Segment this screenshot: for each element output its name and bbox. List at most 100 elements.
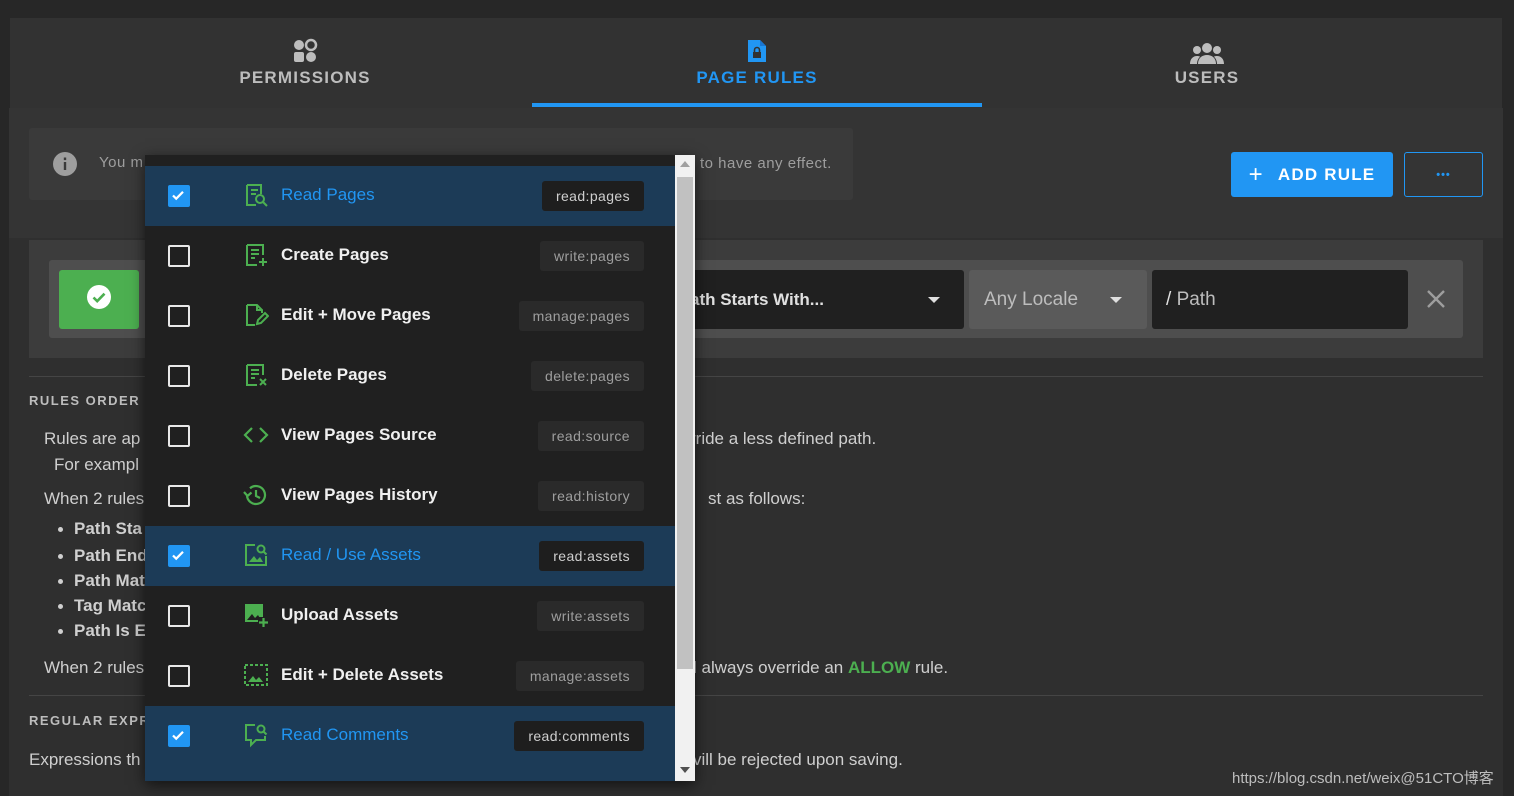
locale-value: Any Locale [984,289,1079,310]
alert-text-end: to have any effect. [700,155,832,172]
file-plus-icon [243,242,269,268]
menu-item-view-pages-history[interactable]: View Pages History read:history [145,466,675,526]
close-icon [1422,290,1450,317]
image-search-icon [243,542,269,568]
menu-item-label: Create Pages [281,245,389,264]
scope-chip: read:pages [541,181,644,211]
page-lock-icon [746,38,768,64]
regex-heading: REGULAR EXPRE [29,713,161,728]
checkbox[interactable] [168,725,190,747]
scope-chip: read:source [537,421,644,451]
checkbox[interactable] [168,425,190,447]
tab-permissions[interactable]: PERMISSIONS [80,18,530,108]
regex-text: Expressions th [29,750,141,769]
checkbox[interactable] [168,305,190,327]
permissions-dropdown-menu[interactable]: Read Pages read:pages Create Pages write… [145,155,695,781]
path-value: / Path [1166,289,1216,311]
checkbox[interactable] [168,365,190,387]
menu-scrollbar[interactable] [675,155,695,781]
scope-chip: read:comments [514,721,644,751]
checkbox[interactable] [168,605,190,627]
rules-order-text-3-end: st as follows: [708,489,806,508]
match-type-select[interactable]: ath Starts With... [690,270,964,329]
menu-item-label: Upload Assets [281,605,399,624]
add-rule-label: ADD RULE [1277,164,1376,184]
menu-item-delete-pages[interactable]: Delete Pages delete:pages [145,346,675,406]
history-icon [243,482,269,508]
file-search-icon [243,182,269,208]
tab-label: PERMISSIONS [239,68,371,87]
add-rule-button[interactable]: + ADD RULE [1231,152,1393,197]
checkbox[interactable] [168,245,190,267]
chevron-down-icon [928,297,940,303]
menu-item-edit-delete-assets[interactable]: Edit + Delete Assets manage:assets [145,646,675,706]
menu-padding [145,155,675,166]
comment-search-icon [243,722,269,748]
chevron-down-icon [1110,297,1122,303]
path-field[interactable]: / Path [1152,270,1408,329]
menu-item-view-pages-source[interactable]: View Pages Source read:source [145,406,675,466]
menu-item-upload-assets[interactable]: Upload Assets write:assets [145,586,675,646]
menu-item-label: Edit + Delete Assets [281,665,444,684]
alert-text-start: You m [99,154,144,171]
rules-order-text-4: When 2 rules [44,658,145,677]
checkbox[interactable] [168,185,190,207]
tab-page-rules[interactable]: PAGE RULES [532,18,982,108]
allow-toggle-button[interactable] [59,270,139,329]
match-type-value: ath Starts With... [690,290,824,309]
remove-rule-button[interactable] [1422,285,1450,313]
menu-item-label: Read / Use Assets [281,545,421,564]
menu-item-label: Read Comments [281,725,409,744]
menu-item-label: View Pages Source [281,425,437,444]
menu-item-edit-move-pages[interactable]: Edit + Move Pages manage:pages [145,286,675,346]
list-item: Path End [58,546,148,565]
scope-chip: write:assets [537,601,644,631]
menu-item-create-pages[interactable]: Create Pages write:pages [145,226,675,286]
checkbox[interactable] [168,485,190,507]
tab-label: PAGE RULES [696,68,818,87]
menu-item-label: Read Pages [281,185,375,204]
tab-users[interactable]: USERS [982,18,1432,108]
rules-order-text-1-end: rride a less defined path. [690,429,877,448]
scrollbar-thumb[interactable] [677,177,693,669]
scope-chip: manage:assets [515,661,644,691]
scope-chip: manage:pages [518,301,644,331]
more-options-button[interactable]: ••• [1404,152,1483,197]
menu-item-label: Edit + Move Pages [281,305,431,324]
image-plus-icon [243,602,269,628]
check-icon [172,191,184,201]
scroll-down-icon[interactable] [680,767,690,773]
menu-item-read-comments[interactable]: Read Comments read:comments [145,706,675,781]
locale-select[interactable]: Any Locale [969,270,1147,329]
code-icon [243,422,269,448]
menu-item-read-use-assets[interactable]: Read / Use Assets read:assets [145,526,675,586]
check-icon [172,551,184,561]
file-remove-icon [243,362,269,388]
list-item: Path Is E [58,621,146,640]
dots-horizontal-icon: ••• [1436,168,1451,181]
rules-order-text-3: When 2 rules [44,489,145,508]
path-prefix: / [1166,289,1172,310]
list-item: Tag Matc [57,596,147,615]
scope-chip: read:history [538,481,644,511]
rules-order-heading: RULES ORDER [29,393,141,408]
file-edit-icon [243,302,270,328]
checkbox[interactable] [168,545,190,567]
allow-keyword: ALLOW [847,658,911,677]
checkbox[interactable] [168,665,190,687]
rules-order-text-4-end: l always override an ALLOW rule. [693,658,948,678]
check-icon [172,731,184,741]
text-fragment: rule. [910,658,949,677]
menu-item-label: View Pages History [281,485,438,504]
menu-item-label: Delete Pages [281,365,387,384]
plus-icon: + [1248,160,1264,188]
path-placeholder: Path [1176,289,1216,310]
scope-chip: read:assets [539,541,644,571]
rules-order-text-2: For exampl [54,455,140,474]
text-fragment: l always override an [693,658,848,677]
scroll-up-icon[interactable] [680,161,690,167]
tab-bar: PERMISSIONS PAGE RULES USERS [10,18,1502,108]
active-tab-indicator [532,103,982,107]
menu-item-read-pages[interactable]: Read Pages read:pages [145,166,675,226]
tab-label: USERS [1174,68,1240,87]
